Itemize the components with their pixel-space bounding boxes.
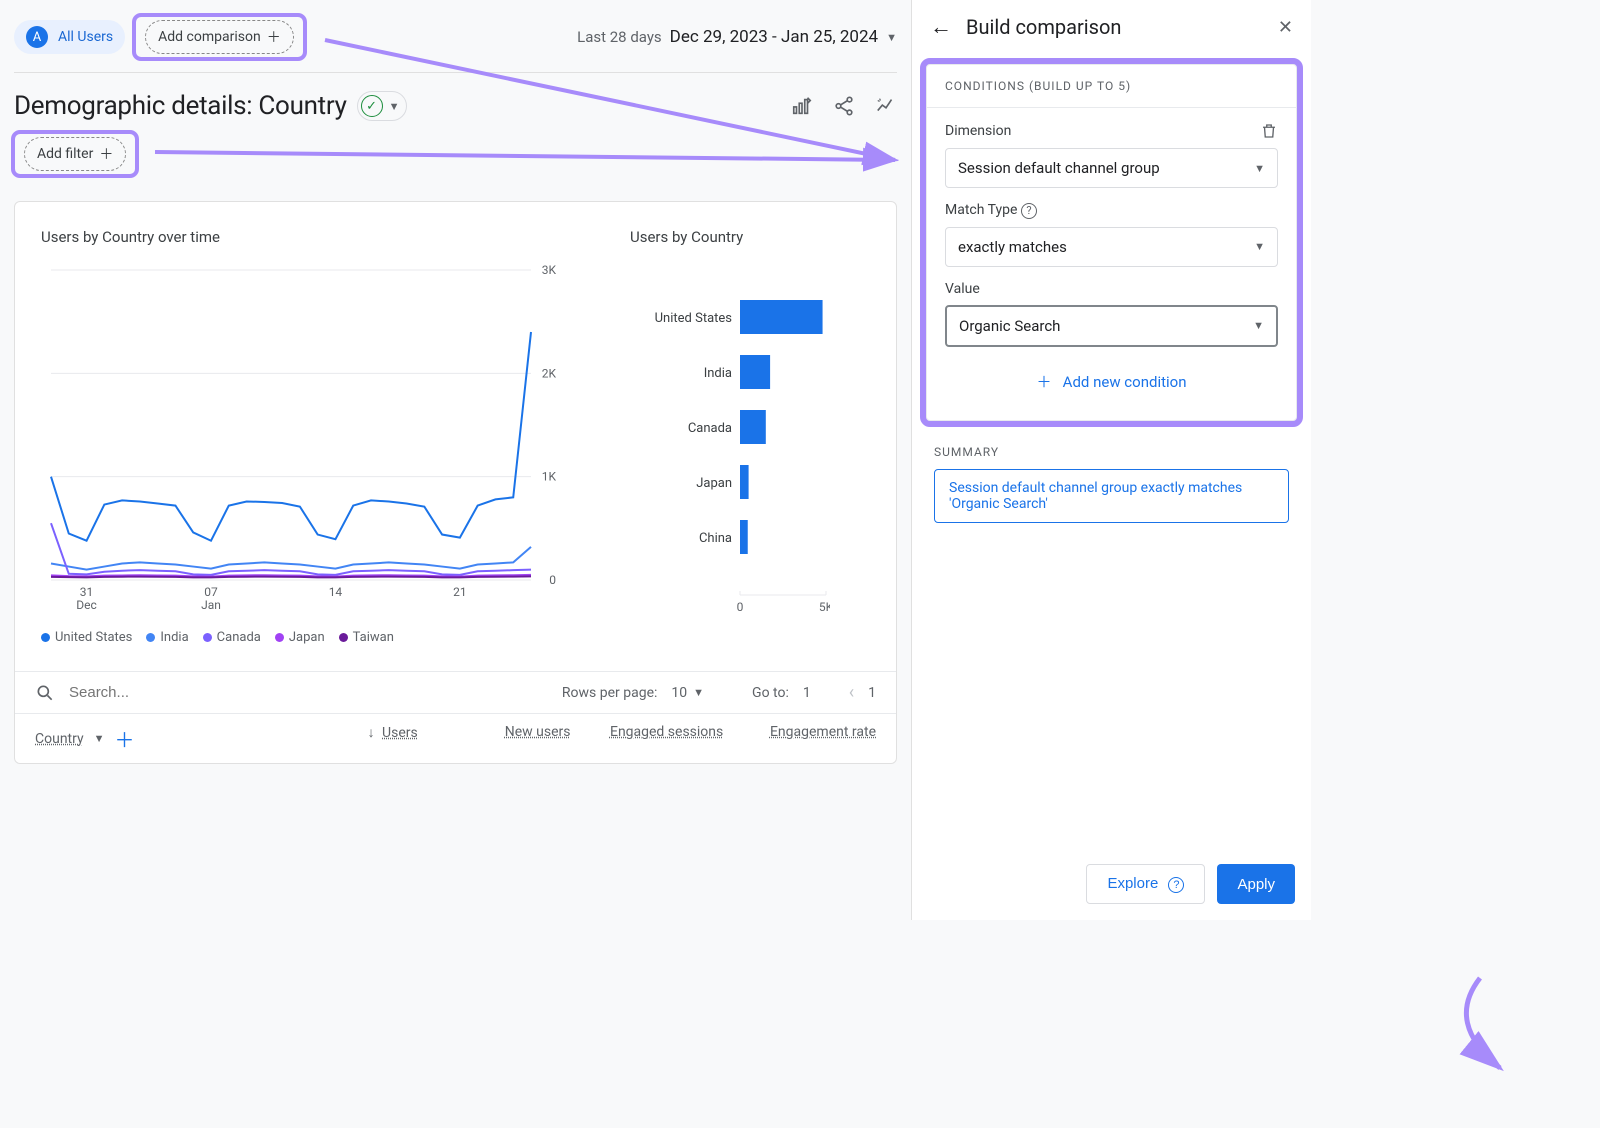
- line-chart: Users by Country over time 0 1K 2K 3K 31Dec 0…: [41, 228, 600, 645]
- svg-text:1K: 1K: [542, 470, 557, 484]
- date-period-label: Last 28 days: [577, 28, 662, 46]
- chevron-down-icon: ▼: [886, 31, 897, 44]
- explore-button[interactable]: Explore ?: [1086, 864, 1205, 904]
- all-users-pill[interactable]: A All Users: [14, 20, 125, 54]
- page-title: Demographic details: Country: [14, 91, 347, 121]
- page-current: 1: [868, 685, 876, 701]
- value-label: Value: [945, 281, 1278, 297]
- match-type-label: Match Type ?: [945, 202, 1037, 219]
- date-range-picker[interactable]: Last 28 days Dec 29, 2023 - Jan 25, 2024…: [577, 27, 897, 47]
- search-icon: [35, 683, 55, 703]
- rows-per-page-label: Rows per page:: [562, 685, 657, 701]
- summary-chip: Session default channel group exactly ma…: [934, 469, 1289, 523]
- add-filter-label: Add filter: [37, 146, 93, 162]
- plus-icon: ＋: [1036, 373, 1051, 391]
- conditions-header: CONDITIONS (BUILD UP TO 5): [927, 65, 1296, 108]
- conditions-box: CONDITIONS (BUILD UP TO 5) Dimension Ses…: [926, 64, 1297, 421]
- svg-text:21: 21: [453, 585, 467, 599]
- add-new-condition-button[interactable]: ＋ Add new condition: [945, 361, 1278, 406]
- match-type-select[interactable]: exactly matches ▼: [945, 227, 1278, 267]
- bar-chart-title: Users by Country: [630, 228, 870, 246]
- bar-chart: Users by Country United States India Canad…: [630, 228, 870, 645]
- svg-text:Dec: Dec: [76, 598, 97, 612]
- table-toolbar: Rows per page: 10 ▼ Go to: 1 ‹ 1: [15, 672, 896, 714]
- svg-text:0: 0: [549, 573, 556, 587]
- customize-report-icon[interactable]: [791, 95, 813, 117]
- badge-a-icon: A: [26, 26, 48, 48]
- date-range-text: Dec 29, 2023 - Jan 25, 2024: [670, 27, 878, 47]
- value-select[interactable]: Organic Search ▼: [945, 305, 1278, 347]
- line-chart-title: Users by Country over time: [41, 228, 600, 246]
- goto-label: Go to:: [752, 685, 789, 701]
- add-filter-button[interactable]: Add filter ＋: [24, 137, 126, 171]
- add-comparison-button[interactable]: Add comparison ＋: [145, 20, 294, 54]
- sort-down-icon: ↓: [368, 725, 375, 741]
- search-input[interactable]: [69, 684, 548, 701]
- dimension-label: Dimension: [945, 123, 1011, 139]
- svg-text:Jan: Jan: [201, 598, 221, 612]
- chevron-down-icon: ▼: [1254, 162, 1265, 175]
- svg-text:3K: 3K: [542, 263, 557, 277]
- help-icon[interactable]: ?: [1021, 203, 1037, 219]
- add-dimension-icon[interactable]: ＋: [115, 724, 135, 753]
- svg-text:14: 14: [329, 585, 343, 599]
- delete-condition-icon[interactable]: [1260, 122, 1278, 140]
- chevron-down-icon: ▼: [693, 686, 704, 699]
- rows-per-page-select[interactable]: 10 ▼: [671, 685, 704, 701]
- title-row: Demographic details: Country ✓ ▼: [14, 73, 897, 129]
- col-users[interactable]: Users: [382, 725, 418, 741]
- col-engaged-sessions[interactable]: Engaged sessions: [610, 724, 723, 740]
- help-icon: ?: [1168, 877, 1184, 893]
- summary-label: SUMMARY: [934, 445, 1289, 459]
- apply-button[interactable]: Apply: [1217, 864, 1295, 904]
- svg-text:2K: 2K: [542, 366, 557, 380]
- share-icon[interactable]: [833, 95, 855, 117]
- chevron-down-icon: ▼: [1254, 240, 1265, 253]
- status-dropdown[interactable]: ✓ ▼: [357, 91, 407, 121]
- svg-text:5K: 5K: [819, 600, 830, 614]
- chevron-down-icon: ▼: [1253, 319, 1264, 332]
- goto-value[interactable]: 1: [803, 685, 811, 701]
- col-engagement-rate[interactable]: Engagement rate: [770, 724, 876, 740]
- svg-text:Japan: Japan: [696, 476, 732, 491]
- svg-text:China: China: [699, 531, 732, 546]
- svg-text:Canada: Canada: [688, 421, 732, 436]
- chart-legend: United StatesIndiaCanadaJapanTaiwan: [41, 630, 600, 645]
- svg-text:31: 31: [80, 585, 94, 599]
- svg-text:United States: United States: [655, 311, 733, 326]
- plus-icon: ＋: [267, 27, 281, 47]
- top-bar: A All Users Add comparison ＋ Last 28 day…: [14, 10, 897, 73]
- dimension-select[interactable]: Session default channel group ▼: [945, 148, 1278, 188]
- back-arrow-icon[interactable]: ←: [930, 14, 952, 40]
- close-icon[interactable]: ✕: [1278, 17, 1293, 38]
- svg-text:0: 0: [737, 600, 744, 614]
- side-panel-title: Build comparison: [966, 15, 1121, 39]
- check-circle-icon: ✓: [361, 95, 383, 117]
- chevron-down-icon: ▼: [389, 100, 400, 113]
- plus-icon: ＋: [99, 144, 113, 164]
- svg-text:07: 07: [204, 585, 218, 599]
- add-comparison-label: Add comparison: [158, 29, 261, 45]
- table-header: Country ▼ ＋ ↓ Users New users Engaged se…: [15, 714, 896, 763]
- insights-icon[interactable]: [875, 95, 897, 117]
- side-panel: ← Build comparison ✕ CONDITIONS (BUILD U…: [911, 0, 1311, 920]
- col-new-users[interactable]: New users: [505, 724, 571, 740]
- svg-text:India: India: [704, 366, 732, 381]
- chevron-down-icon[interactable]: ▼: [94, 732, 105, 745]
- prev-page-icon[interactable]: ‹: [849, 682, 854, 703]
- all-users-label: All Users: [58, 29, 113, 45]
- col-country[interactable]: Country: [35, 731, 84, 747]
- report-card: Users by Country over time 0 1K 2K 3K 31Dec 0…: [14, 201, 897, 764]
